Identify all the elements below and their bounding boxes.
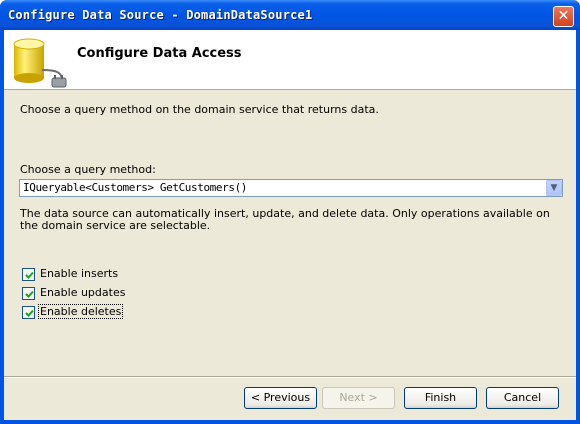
close-button[interactable]: ✕ [553, 6, 574, 27]
checkmark-icon [25, 309, 34, 317]
wizard-header: Configure Data Access [4, 30, 576, 90]
operations-description: The data source can automatically insert… [20, 207, 550, 232]
checkbox-label: Enable inserts [40, 267, 119, 280]
checkbox-label: Enable deletes [37, 304, 124, 319]
title-bar[interactable]: Configure Data Source - DomainDataSource… [0, 0, 580, 30]
query-method-label: Choose a query method: [20, 163, 156, 176]
checkbox-box[interactable] [22, 287, 35, 300]
next-button[interactable]: Next > [322, 387, 395, 409]
checkbox-box[interactable] [22, 268, 35, 281]
previous-button[interactable]: < Previous [244, 387, 317, 409]
footer-divider [4, 376, 576, 378]
checkbox-label: Enable updates [40, 286, 126, 299]
dialog-window: Configure Data Source - DomainDataSource… [0, 0, 580, 424]
close-icon: ✕ [557, 8, 570, 24]
chevron-down-icon[interactable]: ▼ [546, 180, 562, 196]
finish-button[interactable]: Finish [404, 387, 477, 409]
description-text: Choose a query method on the domain serv… [20, 103, 379, 116]
dialog-client-area: Configure Data Access Choose a query met… [4, 30, 576, 420]
checkbox-box[interactable] [22, 306, 35, 319]
checkmark-icon [25, 290, 34, 298]
database-plug-icon [13, 38, 67, 88]
query-method-select[interactable]: IQueryable<Customers> GetCustomers() ▼ [19, 179, 563, 197]
wizard-content: Choose a query method on the domain serv… [4, 91, 576, 377]
query-method-value: IQueryable<Customers> GetCustomers() [23, 181, 248, 194]
checkmark-icon [25, 271, 34, 279]
cancel-button[interactable]: Cancel [486, 387, 559, 409]
window-title: Configure Data Source - DomainDataSource… [8, 8, 313, 22]
page-title: Configure Data Access [77, 46, 242, 61]
